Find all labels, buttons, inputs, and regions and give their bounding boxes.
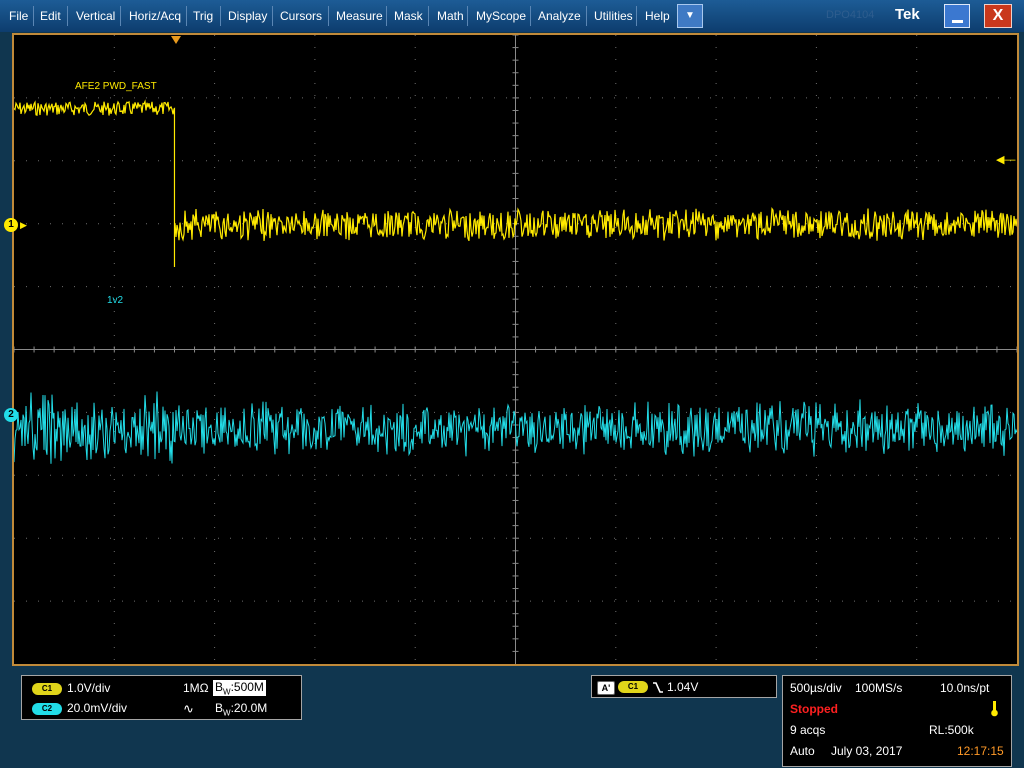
trigger-source-badge: C1 [618,681,648,693]
menu-divider [428,6,429,26]
c1-bw-value: :500M [230,680,264,694]
timebase: 500µs/div [790,681,842,695]
menu-bar: File Edit Vertical Horiz/Acq Trig Displa… [0,0,1024,32]
menu-divider [530,6,531,26]
menu-utilities[interactable]: Utilities [594,0,633,32]
menu-dropdown-button[interactable]: ▼ [677,4,703,28]
menu-analyze[interactable]: Analyze [538,0,581,32]
sample-rate: 100MS/s [855,681,903,695]
record-length: RL:500k [929,723,974,737]
ac-coupling-icon: ∿ [183,701,194,716]
menu-myscope[interactable]: MyScope [476,0,526,32]
time-resolution: 10.0ns/pt [940,681,990,695]
trigger-readout-panel[interactable]: A' C1 1.04V [591,675,777,698]
menu-math[interactable]: Math [437,0,464,32]
menu-divider [272,6,273,26]
menu-mask[interactable]: Mask [394,0,423,32]
menu-cursors[interactable]: Cursors [280,0,322,32]
falling-edge-icon [653,682,663,693]
trigger-level: 1.04V [667,680,699,694]
c1-coupling: 1MΩ [183,681,209,695]
c1-scale: 1.0V/div [67,681,111,695]
menu-vertical[interactable]: Vertical [76,0,115,32]
menu-measure[interactable]: Measure [336,0,383,32]
minimize-button[interactable] [944,4,970,28]
close-button[interactable]: X [984,4,1012,28]
ch1-label: AFE2 PWD_FAST [75,81,157,92]
waveform-graticule [14,35,1017,664]
c2-scale: 20.0mV/div [67,701,128,715]
c2-bw-sub: W [223,708,231,718]
acquisition-time: 12:17:15 [957,744,1004,758]
menu-display[interactable]: Display [228,0,267,32]
menu-divider [67,6,68,26]
c2-bw-value: :20.0M [230,701,268,715]
acquisition-status: Stopped [790,702,838,716]
c1-badge[interactable]: C1 [32,683,62,695]
c1-bw-sub: W [223,687,231,697]
c1-bandwidth: BW:500M [213,680,266,697]
acquisition-count: 9 acqs [790,723,826,737]
menu-divider [328,6,329,26]
menu-divider [33,6,34,26]
graticule-grid [14,35,1017,664]
chevron-down-icon: ▼ [685,10,695,21]
menu-divider [467,6,468,26]
ch1-arrow-icon: ▶ [20,220,27,230]
trigger-level-arrow-icon: ◀— [996,154,1016,166]
menu-edit[interactable]: Edit [40,0,61,32]
trigger-level-icon [991,701,998,717]
model-name: DPO4104 [826,9,875,21]
ch1-marker-label: 1 [8,219,14,230]
menu-divider [120,6,121,26]
ch1-marker[interactable]: 1 [4,218,18,232]
close-icon: X [992,7,1004,24]
minimize-icon [952,20,963,23]
status-area: C1 1.0V/div 1MΩ BW:500M C2 20.0mV/div ∿ … [0,668,1024,768]
trigger-mode: Auto [790,744,815,758]
menu-divider [220,6,221,26]
trigger-mode-badge: A' [597,681,615,695]
menu-divider [586,6,587,26]
c2-bandwidth: BW:20.0M [215,701,267,717]
ch2-marker[interactable]: 2 [4,408,18,422]
c1-bw-prefix: B [215,680,224,694]
brand-logo: Tek [895,6,920,23]
c2-bw-prefix: B [215,701,224,715]
trigger-position-marker[interactable] [171,36,181,44]
menu-divider [186,6,187,26]
menu-horiz-acq[interactable]: Horiz/Acq [129,0,181,32]
menu-file[interactable]: File [9,0,28,32]
menu-trig[interactable]: Trig [193,0,213,32]
ch2-marker-label: 2 [8,409,14,420]
menu-divider [386,6,387,26]
ch2-label: 1v2 [107,295,124,306]
c2-badge[interactable]: C2 [32,703,62,715]
acquisition-date: July 03, 2017 [831,744,903,758]
channel-readout-panel[interactable]: C1 1.0V/div 1MΩ BW:500M C2 20.0mV/div ∿ … [21,675,302,720]
menu-divider [636,6,637,26]
menu-help[interactable]: Help [645,0,670,32]
acquisition-readout-panel[interactable]: 500µs/div 100MS/s 10.0ns/pt Stopped 9 ac… [782,675,1012,767]
